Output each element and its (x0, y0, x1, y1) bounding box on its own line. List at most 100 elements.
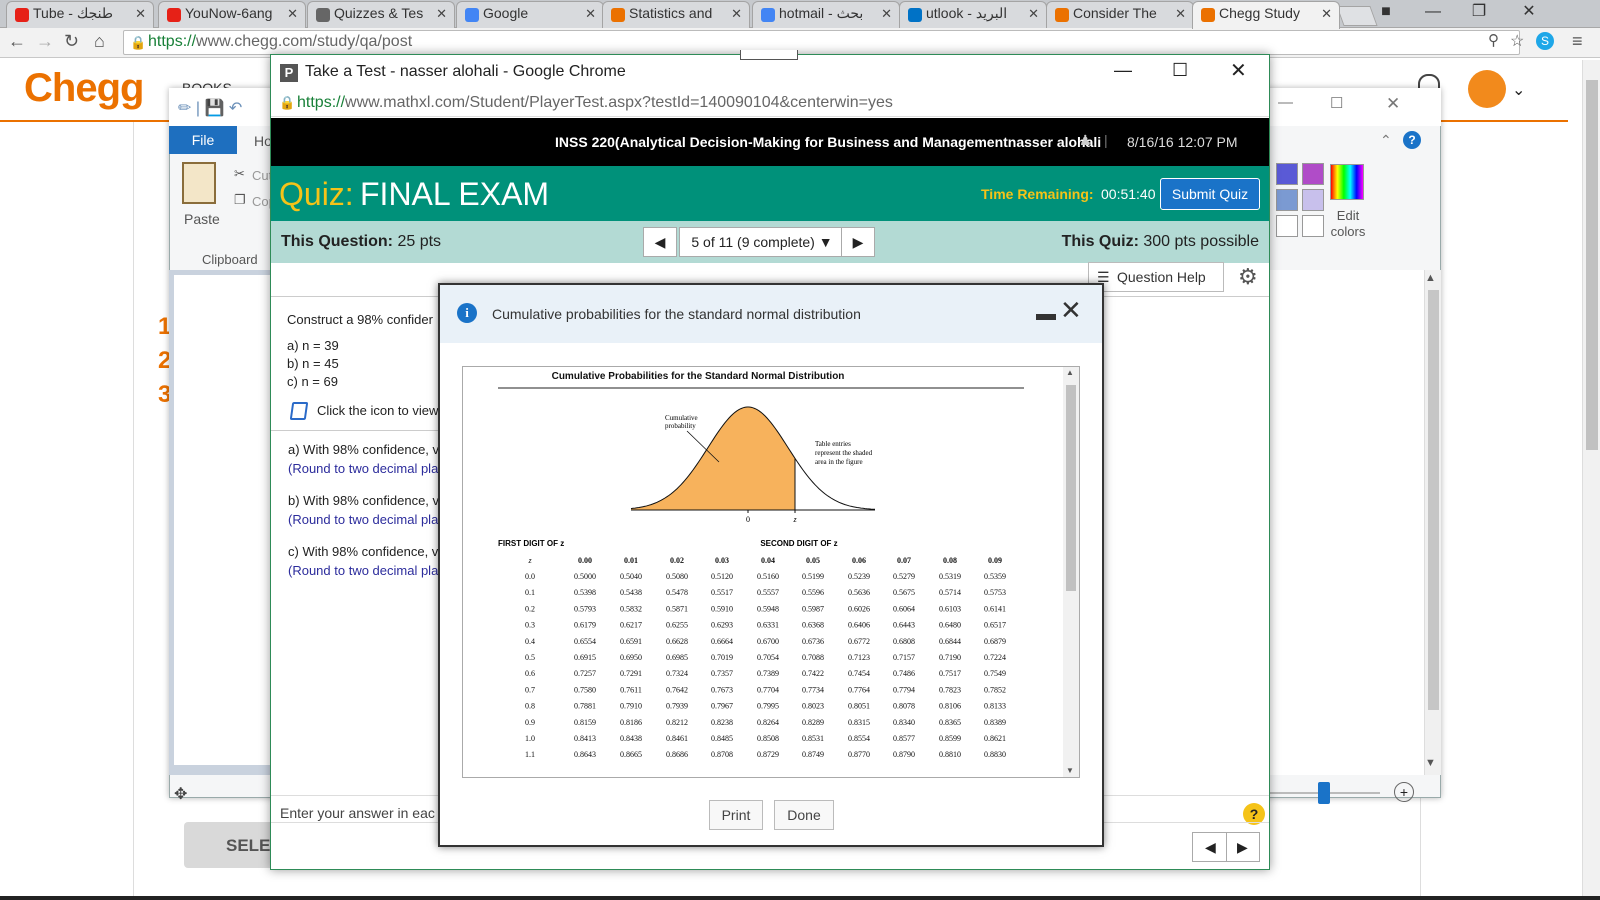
edit-colors-label[interactable]: Edit colors (1328, 208, 1368, 240)
tab-close-icon[interactable]: ✕ (1028, 6, 1039, 22)
browser-tab[interactable]: Quizzes & Tes ✕ (307, 1, 455, 28)
taskbar-edge (0, 896, 1600, 900)
copy-icon[interactable]: ❐ (234, 192, 246, 208)
restore-icon[interactable]: ❐ (1456, 0, 1502, 26)
table-cell: 0.7881 (574, 702, 596, 711)
table-cell: 0.6879 (984, 637, 1006, 646)
paint-help-icon[interactable]: ? (1403, 131, 1421, 149)
book-icon[interactable] (289, 402, 309, 420)
table-cell: 0.6628 (666, 637, 688, 646)
ribbon-collapse-icon[interactable]: ⌃ (1380, 132, 1392, 149)
paint-canvas[interactable] (174, 275, 274, 765)
close-icon[interactable]: ✕ (1506, 0, 1552, 26)
browser-tab[interactable]: Statistics and ✕ (602, 1, 750, 28)
answer-c-round: (Round to two decimal pla (288, 563, 439, 578)
browser-tab[interactable]: Consider The ✕ (1046, 1, 1194, 28)
paint-canvas-right[interactable] (1268, 270, 1424, 775)
question-help-button[interactable]: ☰ Question Help (1088, 262, 1224, 292)
popup-minimize-icon[interactable]: — (1114, 60, 1132, 81)
paste-label[interactable]: Paste (184, 211, 220, 227)
zoom-in-icon[interactable]: + (1394, 782, 1414, 802)
tab-close-icon[interactable]: ✕ (585, 6, 596, 22)
address-bar[interactable]: 🔒 https://www.chegg.com/study/qa/post (123, 30, 1520, 55)
table-cell: 0.5120 (711, 572, 733, 581)
submit-quiz-button[interactable]: Submit Quiz (1160, 178, 1260, 210)
color-swatch[interactable] (1302, 189, 1324, 211)
cut-icon[interactable]: ✂ (234, 166, 245, 182)
popup-address-bar[interactable]: 🔒 https://www.mathxl.com/Student/PlayerT… (271, 89, 1269, 117)
profile-icon[interactable]: ■ (1370, 0, 1402, 26)
dialog-close-icon[interactable]: ✕ (1060, 295, 1082, 326)
color-swatch[interactable] (1302, 215, 1324, 237)
tab-label: Tube - طنجك (33, 5, 114, 21)
next-question-button[interactable]: ▶ (841, 227, 875, 257)
table-cell: 0.5910 (711, 604, 733, 613)
prev-arrow-icon[interactable]: ◀ (1205, 839, 1216, 856)
chegg-logo[interactable]: Chegg (24, 66, 144, 111)
scroll-down-icon[interactable]: ▼ (1066, 766, 1074, 775)
gear-icon[interactable]: ⚙ (1238, 264, 1258, 290)
paint-minimize-icon[interactable]: — (1278, 94, 1293, 111)
browser-tab[interactable]: Google ✕ (456, 1, 604, 28)
tab-close-icon[interactable]: ✕ (436, 6, 447, 22)
table-cell: 0.8749 (802, 750, 824, 759)
skype-icon[interactable]: S (1536, 32, 1554, 50)
prev-question-button[interactable]: ◀ (643, 227, 677, 257)
table-cell: 0.8389 (984, 718, 1006, 727)
scroll-up-icon[interactable]: ▲ (1066, 368, 1074, 377)
paint-close-icon[interactable]: ✕ (1386, 94, 1400, 114)
paint-file-tab[interactable]: File (169, 126, 237, 154)
zoom-icon[interactable]: ⚲ (1488, 31, 1499, 49)
resize-grip[interactable] (740, 50, 798, 60)
color-swatch[interactable] (1276, 163, 1298, 185)
popup-close-icon[interactable]: ✕ (1230, 58, 1247, 83)
table-scrollbar[interactable] (1063, 367, 1079, 777)
bookmark-star-icon[interactable]: ☆ (1510, 31, 1524, 51)
tab-close-icon[interactable]: ✕ (731, 6, 742, 22)
paint-scrollbar[interactable] (1424, 270, 1441, 775)
print-button[interactable]: Print (709, 800, 763, 830)
browser-tab[interactable]: Chegg Study ✕ (1192, 1, 1340, 29)
browser-tab[interactable]: Tube - طنجك ✕ (6, 1, 154, 28)
menu-icon[interactable]: ≡ (1572, 31, 1583, 52)
color-swatch[interactable] (1302, 163, 1324, 185)
chevron-down-icon[interactable]: ⌄ (1512, 80, 1525, 100)
next-arrow-icon[interactable]: ▶ (1237, 839, 1248, 856)
browser-tab[interactable]: utlook - البريد ✕ (899, 1, 1047, 28)
popup-maximize-icon[interactable]: ☐ (1172, 60, 1188, 81)
color-swatch[interactable] (1276, 189, 1298, 211)
edit-colors-icon[interactable] (1330, 164, 1364, 200)
tab-close-icon[interactable]: ✕ (1321, 6, 1332, 22)
tab-close-icon[interactable]: ✕ (881, 6, 892, 22)
paint-maximize-icon[interactable]: ☐ (1330, 94, 1343, 112)
scroll-down-icon[interactable]: ▼ (1425, 757, 1436, 769)
paint-quick-access-icons[interactable]: ✏ | 💾 ↶ (178, 98, 242, 118)
forward-icon[interactable]: → (36, 31, 54, 52)
back-icon[interactable]: ← (8, 31, 26, 52)
minimize-icon[interactable]: — (1410, 0, 1456, 26)
dialog-minimize-icon[interactable]: ▬ (1036, 303, 1056, 326)
question-part-c: c) n = 69 (287, 374, 338, 389)
color-swatch[interactable] (1276, 215, 1298, 237)
done-button[interactable]: Done (774, 800, 834, 830)
lock-icon: 🔒 (279, 95, 296, 110)
table-row-z: 1.1 (525, 750, 535, 759)
quiz-title: FINAL EXAM (360, 176, 550, 212)
paste-icon[interactable] (182, 162, 216, 204)
avatar[interactable] (1468, 70, 1506, 108)
scroll-up-icon[interactable]: ▲ (1425, 272, 1436, 284)
tab-close-icon[interactable]: ✕ (1175, 6, 1186, 22)
zoom-slider-thumb[interactable] (1318, 782, 1330, 804)
tab-close-icon[interactable]: ✕ (135, 6, 146, 22)
question-selector[interactable]: 5 of 11 (9 complete) ▼ (679, 227, 845, 257)
table-row-z: 0.9 (525, 718, 535, 727)
tab-close-icon[interactable]: ✕ (287, 6, 298, 22)
page-scrollbar[interactable] (1582, 60, 1600, 900)
table-cell: 0.8023 (802, 702, 824, 711)
reload-icon[interactable]: ↻ (64, 31, 79, 52)
browser-tab[interactable]: hotmail - بحث ✕ (752, 1, 900, 28)
home-icon[interactable]: ⌂ (94, 31, 105, 52)
browser-tab[interactable]: YouNow-6ang ✕ (158, 1, 306, 28)
this-question-value: 25 pts (397, 233, 442, 250)
table-cell: 0.7673 (711, 685, 733, 694)
